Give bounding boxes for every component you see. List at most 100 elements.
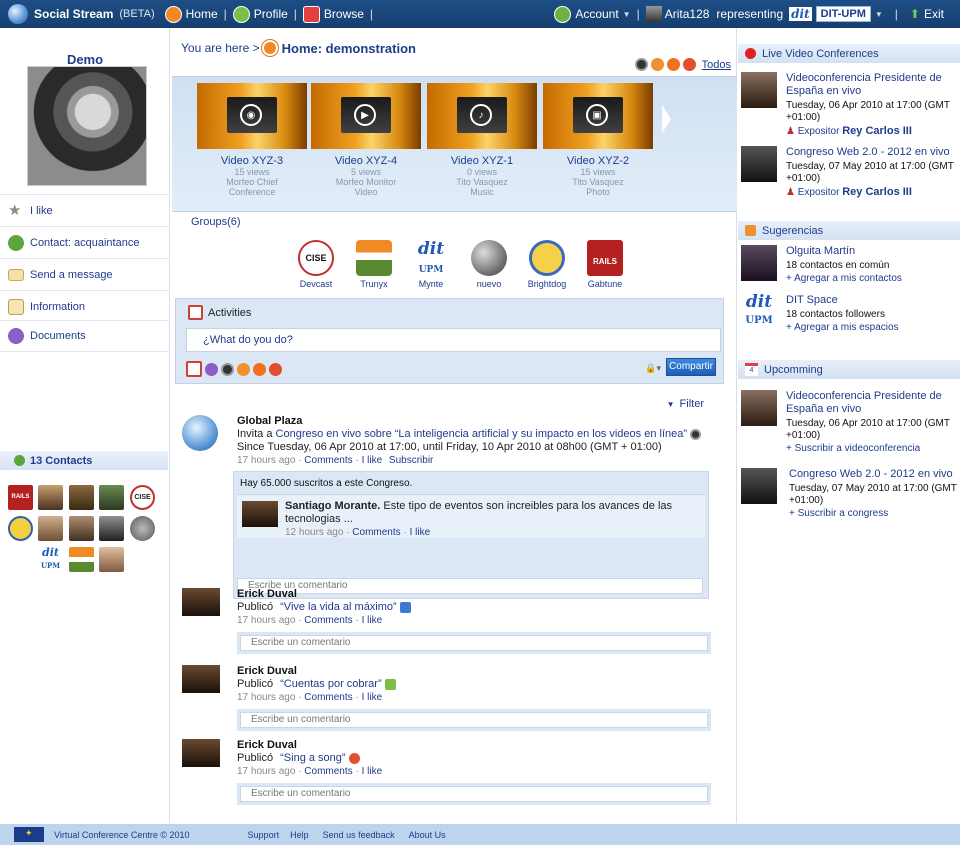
event-thumbnail[interactable] <box>741 468 777 504</box>
video-title[interactable]: Video XYZ-1 <box>427 155 537 167</box>
contact-avatar[interactable]: dit UPM <box>38 547 63 572</box>
user-avatar[interactable] <box>645 6 662 22</box>
contact-avatar[interactable] <box>130 516 155 541</box>
browse-icon[interactable] <box>302 5 320 23</box>
video-thumbnail[interactable]: ♪ <box>427 83 537 149</box>
post-text-icon[interactable] <box>186 361 202 377</box>
profile-icon[interactable] <box>232 5 250 23</box>
contact-avatar[interactable] <box>69 485 94 510</box>
group-item[interactable]: RAILS Gabtune <box>577 240 633 289</box>
like-link[interactable]: I like <box>362 766 383 777</box>
contact-avatar[interactable] <box>69 516 94 541</box>
comments-link[interactable]: Comments <box>304 766 352 777</box>
nav-browse[interactable]: Browse <box>324 7 364 21</box>
video-item[interactable]: ♪ Video XYZ-1 0 views Tito Vasquez Music <box>427 83 537 197</box>
conference-thumbnail[interactable] <box>741 72 777 108</box>
activity-author[interactable]: Erick Duval <box>237 739 715 751</box>
play-filter-icon[interactable] <box>666 58 680 71</box>
group-logo[interactable]: CISE <box>298 240 334 276</box>
contact-avatar[interactable] <box>99 516 124 541</box>
group-name[interactable]: Mynte <box>403 279 459 289</box>
like-link[interactable]: I like <box>362 615 383 626</box>
brand-name[interactable]: Social Stream <box>34 7 113 21</box>
author-avatar[interactable] <box>182 739 220 767</box>
activity-author[interactable]: Global Plaza <box>237 415 715 427</box>
contact-avatar[interactable] <box>8 516 33 541</box>
post-music-icon[interactable] <box>269 363 282 376</box>
group-logo[interactable]: RAILS <box>587 240 623 276</box>
group-name[interactable]: Trunyx <box>346 279 402 289</box>
group-name[interactable]: Gabtune <box>577 279 633 289</box>
activity-author[interactable]: Erick Duval <box>237 665 715 677</box>
post-document-icon[interactable] <box>205 363 218 376</box>
video-thumbnail[interactable]: ▣ <box>543 83 653 149</box>
comments-link[interactable]: Comments <box>304 692 352 703</box>
social-stream-logo-icon[interactable] <box>8 4 28 24</box>
group-item[interactable]: CISE Devcast <box>288 240 344 289</box>
menu-documents[interactable]: Documents <box>0 320 170 352</box>
subscribe-link[interactable]: + Suscribir a videoconferencia <box>786 443 958 454</box>
carousel-next-icon[interactable] <box>662 105 671 133</box>
group-item[interactable]: Trunyx <box>346 240 402 289</box>
exit-arrow-icon[interactable]: ⬆ <box>910 7 920 21</box>
groups-label[interactable]: Groups(6) <box>191 216 241 228</box>
group-logo[interactable] <box>529 240 565 276</box>
comments-link[interactable]: Comments <box>304 615 352 626</box>
suggestion-avatar[interactable] <box>741 245 777 281</box>
commenter-avatar[interactable] <box>242 501 278 527</box>
add-contact-link[interactable]: + Agregar a mis contactos <box>786 273 958 284</box>
conference-thumbnail[interactable] <box>741 146 777 182</box>
footer-about-link[interactable]: About Us <box>409 830 446 840</box>
menu-information[interactable]: Information <box>0 290 170 322</box>
footer-support-link[interactable]: Support <box>248 830 280 840</box>
home-icon[interactable] <box>164 5 182 23</box>
author-avatar[interactable] <box>182 665 220 693</box>
expositor-link[interactable]: Rey Carlos III <box>842 125 912 137</box>
feed-filter[interactable]: ▼ Filter <box>667 398 704 410</box>
video-item[interactable]: ◉ Video XYZ-3 15 views Morfeo Chief Conf… <box>197 83 307 197</box>
like-link[interactable]: I like <box>362 692 383 703</box>
group-item[interactable]: dit UPM Mynte <box>403 240 459 289</box>
post-play-icon[interactable] <box>253 363 266 376</box>
chevron-down-icon[interactable]: ▼ <box>623 10 631 19</box>
image-filter-icon[interactable] <box>650 58 664 71</box>
comments-link[interactable]: Comments <box>352 527 400 538</box>
group-name[interactable]: Devcast <box>288 279 344 289</box>
contact-avatar[interactable] <box>99 547 124 572</box>
org-selector[interactable]: DIT-UPM <box>815 6 871 22</box>
account-gear-icon[interactable] <box>554 5 572 23</box>
subscribe-link[interactable]: + Suscribir a congress <box>789 508 960 519</box>
nav-profile[interactable]: Profile <box>254 7 288 21</box>
like-link[interactable]: I like <box>410 527 431 538</box>
video-item[interactable]: ▶ Video XYZ-4 5 views Morfeo Monitor Vid… <box>311 83 421 197</box>
group-name[interactable]: Brightdog <box>519 279 575 289</box>
global-plaza-avatar[interactable] <box>182 415 218 451</box>
menu-send-message[interactable]: Send a message <box>0 258 170 290</box>
video-thumbnail[interactable]: ◉ <box>197 83 307 149</box>
contact-avatar[interactable] <box>38 485 63 510</box>
video-item[interactable]: ▣ Video XYZ-2 15 views Tito Vasquez Phot… <box>543 83 653 197</box>
nav-home[interactable]: Home <box>186 7 218 21</box>
video-thumbnail[interactable]: ▶ <box>311 83 421 149</box>
menu-contact[interactable]: Contact: acquaintance <box>0 226 170 258</box>
comment-input[interactable]: Escribe un comentario <box>240 786 708 802</box>
video-title[interactable]: Video XYZ-2 <box>543 155 653 167</box>
exit-link[interactable]: Exit <box>924 7 944 21</box>
group-logo[interactable] <box>356 240 392 276</box>
chevron-down-icon[interactable]: ▼ <box>667 400 675 409</box>
account-menu[interactable]: Account <box>575 7 618 21</box>
share-button[interactable]: Compartir <box>666 358 716 376</box>
contacts-header[interactable]: 13 Contacts <box>0 451 168 470</box>
group-item[interactable]: Brightdog <box>519 240 575 289</box>
like-link[interactable]: I like <box>362 455 383 466</box>
contact-avatar[interactable] <box>99 485 124 510</box>
contact-avatar[interactable] <box>69 547 94 572</box>
comment-author[interactable]: Santiago Morante. <box>285 500 380 512</box>
subscribe-link[interactable]: Subscribir <box>389 455 433 466</box>
post-video-icon[interactable] <box>221 363 234 376</box>
video-title[interactable]: Video XYZ-3 <box>197 155 307 167</box>
event-title[interactable]: Congreso Web 2.0 - 2012 en vivo <box>789 468 960 481</box>
add-space-link[interactable]: + Agregar a mis espacios <box>786 322 958 333</box>
user-name[interactable]: Arita128 <box>665 7 710 21</box>
contact-avatar[interactable]: CISE <box>130 485 155 510</box>
